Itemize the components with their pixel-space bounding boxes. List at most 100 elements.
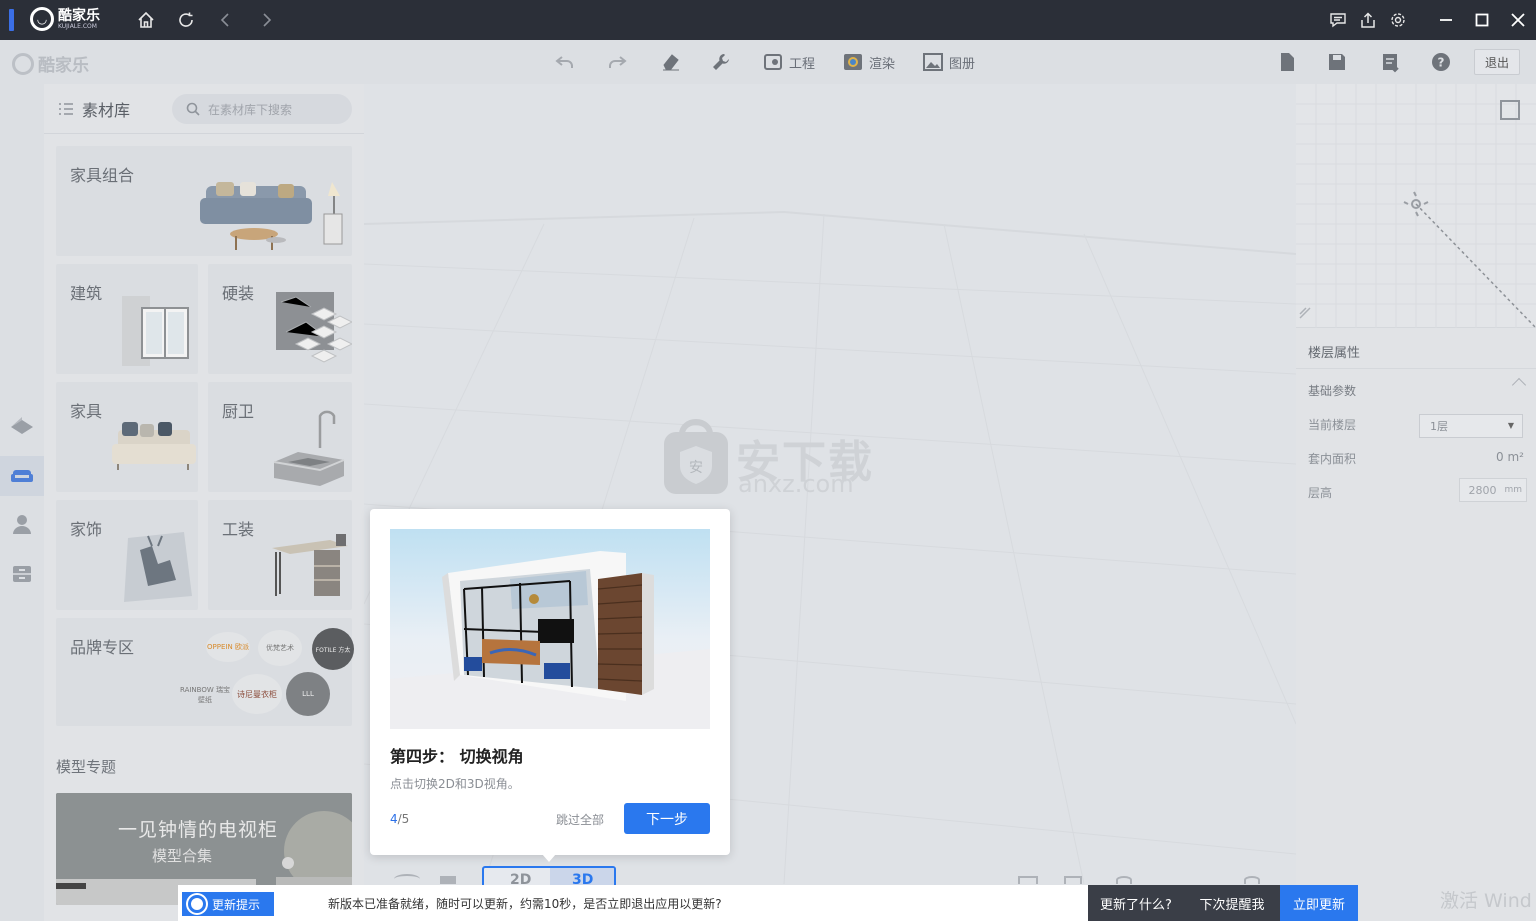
save-icon [1329,54,1345,70]
guide-step-counter: 4/5 [390,812,409,826]
eraser-button[interactable] [660,50,682,74]
watermark-domain: anxz.com [738,470,854,498]
fullscreen-icon[interactable] [1064,876,1082,884]
update-notification-bar: 更新提示 新版本已准备就绪，随时可以更新，约需10秒，是否立即退出应用以更新? … [178,885,1358,921]
engineering-label: 工程 [789,56,816,72]
undo-button[interactable] [554,50,576,74]
floor-height-value: 2800 [1468,483,1497,497]
card-hard-decor[interactable]: 硬装 [208,264,352,374]
eraser-icon [663,54,679,71]
refresh-icon[interactable] [174,8,198,32]
brand-logo-youfan[interactable]: 优梵艺术 [258,630,302,666]
brand-logo: 酷家乐 [12,51,89,76]
sink-image [273,410,345,486]
card-label: 家饰 [70,520,103,539]
minimap[interactable] [1296,84,1536,329]
card-tooling[interactable]: 工装 [208,500,352,610]
nav-cabinet[interactable] [0,554,44,594]
camera-icon[interactable] [1018,876,1038,884]
settings-icon[interactable] [1386,8,1410,32]
album-icon [923,53,943,71]
file-button[interactable] [1276,50,1298,74]
whats-new-button[interactable]: 更新了什么? [1088,885,1184,921]
nav-user[interactable] [0,504,44,544]
windows-activation-watermark: 激活 Wind [1440,890,1532,912]
maximize-icon[interactable] [1470,8,1494,32]
tools-button[interactable] [710,50,732,74]
skip-all-button[interactable]: 跳过全部 [556,811,604,828]
basic-params-title: 基础参数 [1308,384,1357,398]
render-button[interactable]: 渲染 [842,50,895,74]
zoom-icon[interactable] [1116,876,1132,884]
engineering-button[interactable]: 工程 [762,50,815,74]
redo-icon [609,56,627,68]
update-message: 新版本已准备就绪，随时可以更新，约需10秒，是否立即退出应用以更新? [328,897,722,911]
remind-later-button[interactable]: 下次提醒我 [1184,885,1280,921]
library-search-input[interactable]: 在素材库下搜索 [172,94,352,124]
search-icon [186,102,200,116]
brand-logo-fotile[interactable]: FOTILE 方太 [312,628,354,670]
nav-build[interactable] [0,406,44,446]
export-button[interactable] [1380,50,1402,74]
wrench-icon [713,54,729,70]
redo-button[interactable] [606,50,628,74]
album-label: 图册 [949,56,976,72]
card-decor[interactable]: 家饰 [56,500,198,610]
forward-icon[interactable] [254,8,278,32]
home-icon[interactable] [134,8,158,32]
floor-properties-title: 楼层属性 [1308,346,1361,361]
window-image [122,296,189,366]
svg-text:安: 安 [689,460,703,476]
watermark-bag-icon: 安 [664,419,728,494]
card-kitchen-bath[interactable]: 厨卫 [208,382,352,492]
share-icon[interactable] [1356,8,1380,32]
brand-logo-rainbow[interactable]: RAINBOW 瑞宝壁纸 [178,678,232,712]
back-icon[interactable] [214,8,238,32]
current-floor-select[interactable]: 1层 ▼ [1419,414,1523,438]
collapse-chevron-icon[interactable] [1511,377,1527,393]
card-label: 家具 [70,402,103,421]
minimize-icon[interactable] [1434,8,1458,32]
banner-subtitle: 模型合集 [152,847,213,865]
brand-logo-shiniman[interactable]: 诗尼曼衣柜 [232,674,282,714]
exit-button[interactable]: 退出 [1474,49,1520,75]
cabinet-icon [13,566,31,582]
guide-step-total: /5 [397,812,410,826]
layers-toggle-icon[interactable] [440,876,456,884]
property-panel: 楼层属性 基础参数 当前楼层 1层 ▼ 套内面积 0 m² 层高 2800 mm [1296,84,1536,921]
watermark-shield: 安 [660,418,732,498]
help-button[interactable]: ? [1430,50,1452,74]
guide-step-current: 4 [390,812,398,826]
brand-logo-oppein[interactable]: OPPEIN 欧派 [206,632,250,662]
inner-area-value: 0 m² [1496,450,1524,464]
update-now-button[interactable]: 立即更新 [1280,885,1358,921]
couch-image [112,422,196,470]
logo-icon: ◡ [30,7,54,31]
left-nav [0,84,44,921]
main-toolbar: 酷家乐 工程 渲染 图册 ? 退出 [0,40,1536,84]
floor-height-input[interactable]: 2800 mm [1459,478,1527,502]
card-furniture-set[interactable]: 家具组合 [56,146,352,256]
search-placeholder: 在素材库下搜索 [208,102,293,117]
compass-icon[interactable] [1244,876,1260,884]
card-label: 硬装 [222,284,255,303]
album-button[interactable]: 图册 [922,50,975,74]
close-icon[interactable] [1506,8,1530,32]
list-icon [59,102,73,115]
brand-logo-lll[interactable]: LLL [286,672,330,716]
banner-title: 一见钟情的电视柜 [118,819,279,841]
onboarding-guide-modal: 第四步： 切换视角 点击切换2D和3D视角。 4/5 跳过全部 下一步 [370,509,730,862]
render-label: 渲染 [869,56,896,72]
layers-icon [11,417,33,434]
minimap-expand-icon[interactable] [1500,100,1520,120]
next-step-button[interactable]: 下一步 [624,803,710,834]
card-furniture[interactable]: 家具 [56,382,198,492]
current-floor-value: 1层 [1430,420,1448,433]
nav-library[interactable] [0,456,44,496]
card-architecture[interactable]: 建筑 [56,264,198,374]
save-button[interactable] [1326,50,1348,74]
feedback-icon[interactable] [1326,8,1350,32]
pillow-image [124,532,192,602]
eye-icon[interactable] [394,874,420,884]
card-brand-zone[interactable]: 品牌专区 OPPEIN 欧派 优梵艺术 FOTILE 方太 RAINBOW 瑞宝… [56,618,354,726]
